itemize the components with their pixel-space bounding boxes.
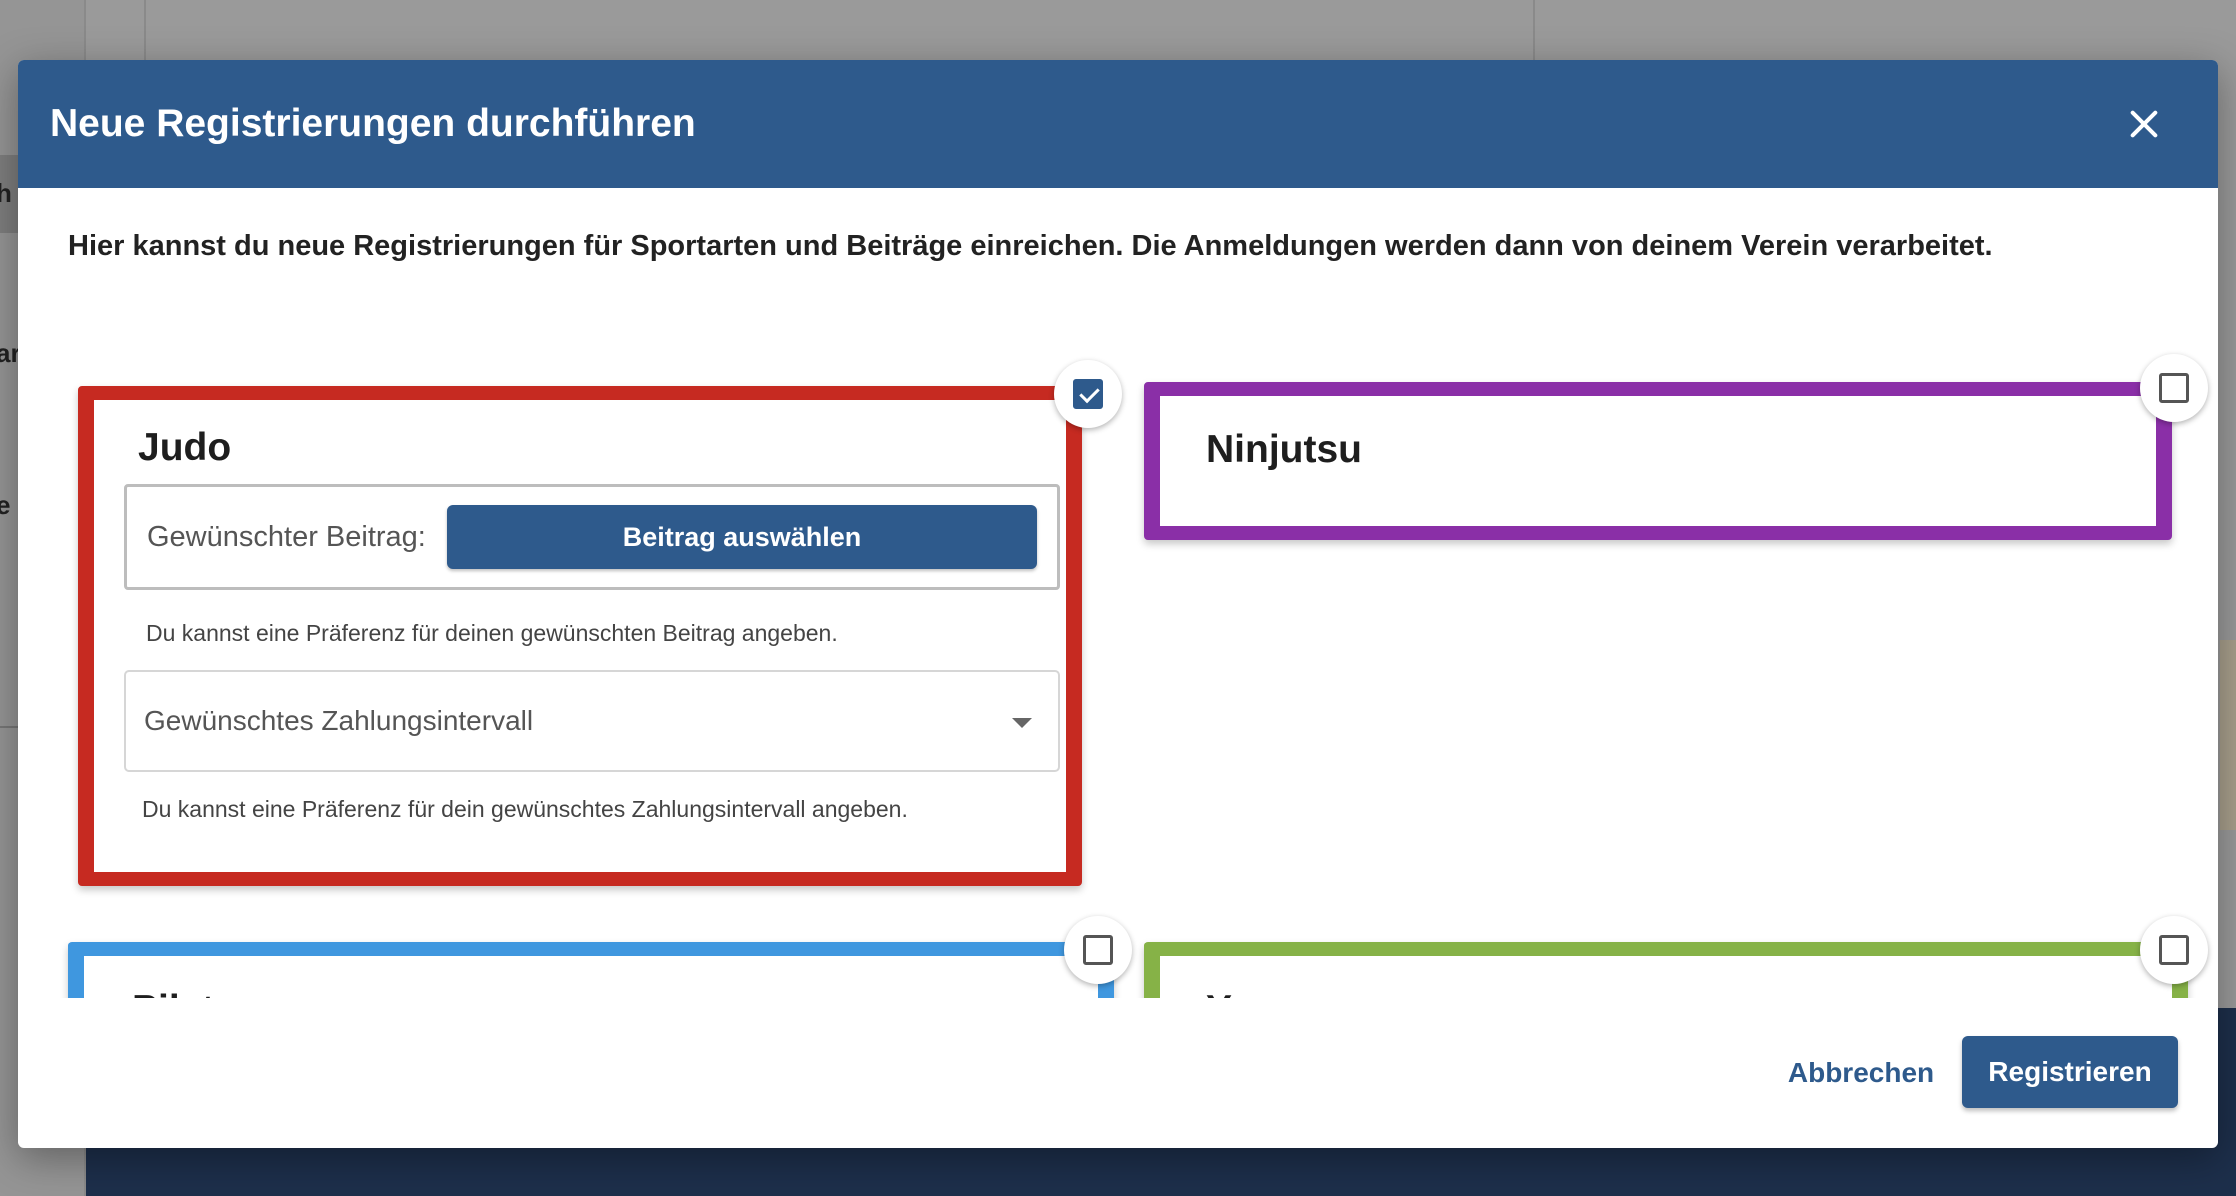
checkbox-checked-icon xyxy=(1073,379,1103,409)
beitrag-label: Gewünschter Beitrag: xyxy=(147,520,426,553)
card-title: Yoga xyxy=(1206,988,1298,998)
registration-dialog: Neue Registrierungen durchführen Hier ka… xyxy=(18,60,2218,1148)
beitrag-help-text: Du kannst eine Präferenz für deinen gewü… xyxy=(146,620,838,646)
payment-interval-select[interactable]: Gewünschtes Zahlungsintervall xyxy=(124,670,1060,772)
background-divider xyxy=(1533,0,1535,60)
dialog-content: Hier kannst du neue Registrierungen für … xyxy=(18,188,2218,998)
dialog-header: Neue Registrierungen durchführen xyxy=(18,60,2218,188)
pilates-checkbox[interactable] xyxy=(1064,916,1132,984)
background-divider xyxy=(0,726,18,728)
sport-card-judo[interactable]: Judo Gewünschter Beitrag: Beitrag auswäh… xyxy=(78,386,1082,886)
card-title: Judo xyxy=(138,426,232,469)
beitrag-field: Gewünschter Beitrag: Beitrag auswählen xyxy=(124,484,1060,590)
interval-help-text: Du kannst eine Präferenz für dein gewüns… xyxy=(142,796,908,822)
dialog-footer: Abbrechen Registrieren xyxy=(18,998,2218,1148)
chevron-down-icon xyxy=(1012,718,1032,728)
background-text-fragment: e xyxy=(0,490,11,520)
intro-text: Hier kannst du neue Registrierungen für … xyxy=(68,230,1993,262)
register-button[interactable]: Registrieren xyxy=(1962,1036,2178,1108)
card-title: Pilates xyxy=(132,988,258,998)
close-icon[interactable] xyxy=(2120,100,2168,148)
sport-card-pilates[interactable]: Pilates xyxy=(68,942,1114,998)
sport-card-yoga[interactable]: Yoga xyxy=(1144,942,2188,998)
background-column xyxy=(86,0,146,60)
select-beitrag-button[interactable]: Beitrag auswählen xyxy=(447,505,1037,569)
checkbox-icon xyxy=(2159,935,2189,965)
checkbox-icon xyxy=(2159,373,2189,403)
checkbox-icon xyxy=(1083,935,1113,965)
background-text-fragment: h xyxy=(0,178,12,208)
ninjutsu-checkbox[interactable] xyxy=(2140,354,2208,422)
cancel-button[interactable]: Abbrechen xyxy=(1756,1042,1966,1104)
background-panel xyxy=(2220,640,2236,830)
card-title: Ninjutsu xyxy=(1206,428,1362,471)
payment-interval-placeholder: Gewünschtes Zahlungsintervall xyxy=(144,705,534,736)
yoga-checkbox[interactable] xyxy=(2140,916,2208,984)
judo-checkbox[interactable] xyxy=(1054,360,1122,428)
dialog-title: Neue Registrierungen durchführen xyxy=(50,102,696,145)
sport-card-ninjutsu[interactable]: Ninjutsu xyxy=(1144,382,2172,540)
